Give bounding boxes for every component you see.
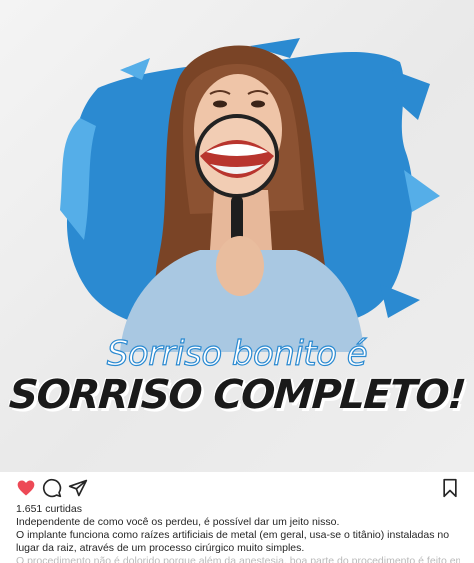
post-image[interactable]: Sorriso bonito é SORRISO COMPLETO! [0, 0, 474, 472]
caption-line-3: O procedimento não é dolorido porque alé… [16, 555, 460, 563]
share-button[interactable] [68, 478, 88, 498]
comment-button[interactable] [42, 478, 62, 498]
caption-line-1: Independente de como você os perdeu, é p… [16, 516, 340, 528]
headline-line-2: SORRISO COMPLETO! [7, 372, 467, 418]
save-button[interactable] [440, 478, 460, 498]
comment-icon [42, 478, 62, 498]
share-icon [68, 479, 88, 497]
action-bar [0, 474, 474, 502]
like-button[interactable] [16, 478, 36, 498]
caption-line-2: O implante funciona como raízes artifici… [16, 529, 450, 554]
like-count[interactable]: 1.651 curtidas [16, 503, 460, 516]
post-caption: 1.651 curtidas Independente de como você… [16, 503, 460, 563]
headline-line-1: Sorriso bonito é [106, 333, 368, 374]
heart-icon [17, 480, 35, 496]
bookmark-icon [443, 478, 457, 498]
